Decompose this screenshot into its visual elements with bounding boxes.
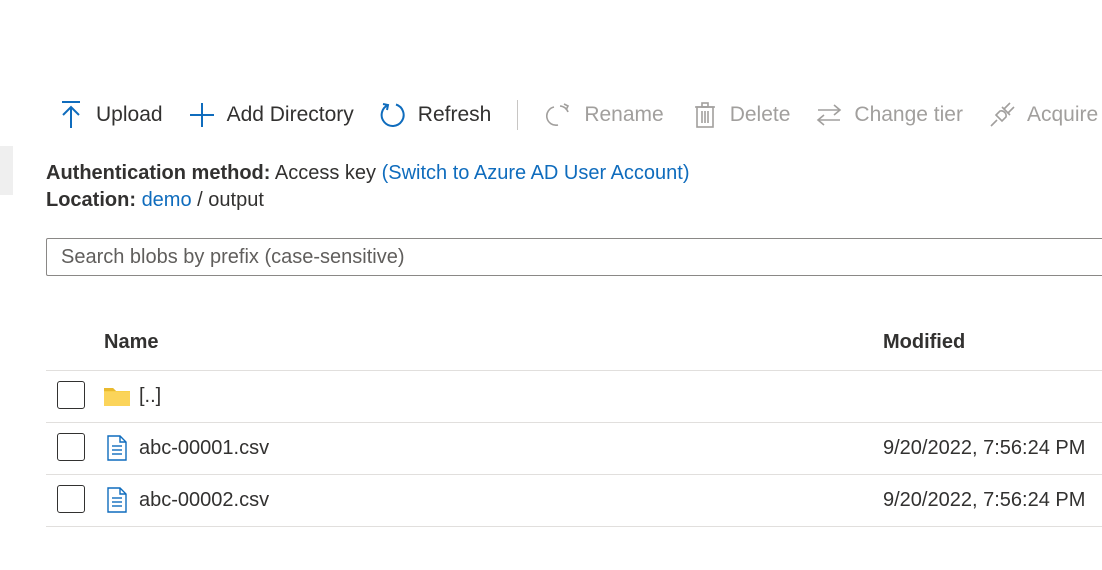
rename-icon bbox=[544, 100, 574, 130]
refresh-icon bbox=[378, 100, 408, 130]
file-icon bbox=[103, 486, 131, 514]
search-input[interactable] bbox=[46, 238, 1102, 276]
storage-browser-page: Upload Add Directory Refresh Rename Dele… bbox=[0, 0, 1102, 570]
rename-label: Rename bbox=[584, 103, 664, 126]
blob-table: Name Modified [..] abc-00001.csv 9/20/20… bbox=[46, 318, 1102, 527]
table-row[interactable]: abc-00002.csv 9/20/2022, 7:56:24 PM bbox=[46, 475, 1102, 527]
row-checkbox[interactable] bbox=[57, 485, 85, 513]
switch-auth-link[interactable]: (Switch to Azure AD User Account) bbox=[382, 162, 690, 184]
swap-arrows-icon bbox=[814, 100, 844, 130]
upload-label: Upload bbox=[96, 103, 163, 126]
upload-button[interactable]: Upload bbox=[56, 96, 163, 134]
row-modified: 9/20/2022, 7:56:24 PM bbox=[883, 437, 1086, 459]
upload-icon bbox=[56, 100, 86, 130]
auth-method-label: Authentication method: bbox=[46, 162, 271, 184]
delete-label: Delete bbox=[729, 103, 791, 126]
trash-icon bbox=[690, 100, 720, 130]
plug-icon bbox=[987, 100, 1017, 130]
refresh-label: Refresh bbox=[417, 103, 492, 126]
toolbar-divider bbox=[517, 100, 519, 130]
acquire-lease-label: Acquire le bbox=[1026, 103, 1102, 126]
auth-method-line: Authentication method: Access key (Switc… bbox=[46, 162, 690, 185]
left-panel-edge bbox=[0, 146, 13, 195]
breadcrumb: Location: demo / output bbox=[46, 189, 264, 212]
add-directory-label: Add Directory bbox=[226, 103, 354, 126]
command-bar: Upload Add Directory Refresh Rename Dele… bbox=[56, 96, 1102, 134]
refresh-button[interactable]: Refresh bbox=[378, 96, 492, 134]
delete-button[interactable]: Delete bbox=[690, 96, 791, 134]
row-name[interactable]: [..] bbox=[139, 385, 161, 408]
breadcrumb-separator: / bbox=[197, 189, 203, 211]
column-header-modified[interactable]: Modified bbox=[883, 331, 965, 354]
auth-method-value: Access key bbox=[274, 162, 377, 184]
change-tier-button[interactable]: Change tier bbox=[814, 96, 963, 134]
plus-icon bbox=[187, 100, 217, 130]
acquire-lease-button[interactable]: Acquire le bbox=[987, 96, 1102, 134]
row-name[interactable]: abc-00001.csv bbox=[139, 437, 269, 460]
change-tier-label: Change tier bbox=[854, 103, 963, 126]
table-header: Name Modified bbox=[46, 318, 1102, 371]
file-icon bbox=[103, 434, 131, 462]
breadcrumb-root-link[interactable]: demo bbox=[142, 189, 192, 211]
column-header-name[interactable]: Name bbox=[104, 331, 158, 354]
table-row[interactable]: abc-00001.csv 9/20/2022, 7:56:24 PM bbox=[46, 423, 1102, 475]
add-directory-button[interactable]: Add Directory bbox=[187, 96, 354, 134]
breadcrumb-current: output bbox=[208, 189, 264, 211]
row-modified: 9/20/2022, 7:56:24 PM bbox=[883, 489, 1086, 511]
rename-button[interactable]: Rename bbox=[544, 96, 664, 134]
row-name[interactable]: abc-00002.csv bbox=[139, 489, 269, 512]
location-label: Location: bbox=[46, 189, 136, 211]
table-row[interactable]: [..] bbox=[46, 371, 1102, 423]
folder-icon bbox=[103, 382, 131, 410]
row-checkbox[interactable] bbox=[57, 433, 85, 461]
row-checkbox[interactable] bbox=[57, 381, 85, 409]
